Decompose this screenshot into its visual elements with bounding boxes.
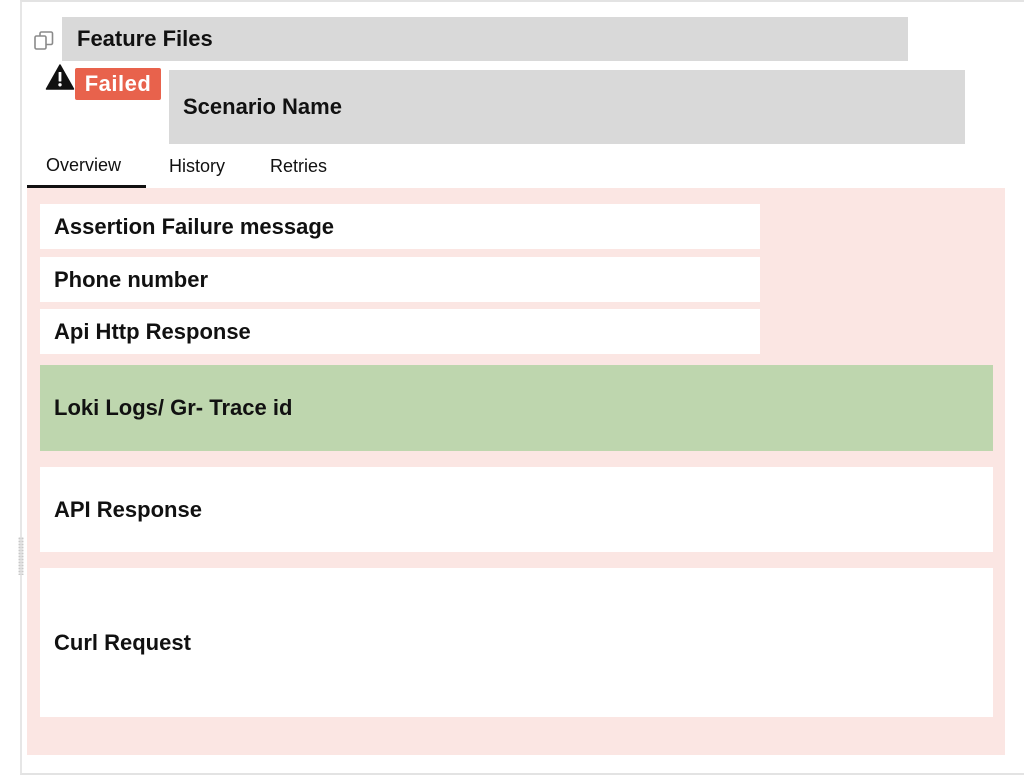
assertion-failure-message: Assertion Failure message (40, 204, 760, 249)
curl-request: Curl Request (40, 568, 993, 717)
copy-icon[interactable] (32, 29, 56, 53)
loki-logs-trace-id: Loki Logs/ Gr- Trace id (40, 365, 993, 451)
api-response: API Response (40, 467, 993, 552)
feature-title-text: Feature Files (77, 26, 213, 51)
resize-handle[interactable] (18, 537, 24, 575)
overview-panel: Assertion Failure message Phone number A… (27, 188, 1005, 755)
api-http-response: Api Http Response (40, 309, 760, 354)
scenario-name: Scenario Name (169, 70, 965, 144)
phone-number: Phone number (40, 257, 760, 302)
feature-title: Feature Files (62, 17, 908, 61)
tab-overview[interactable]: Overview (27, 146, 146, 188)
status-badge: Failed (75, 68, 161, 100)
warning-icon (45, 64, 75, 90)
scenario-name-text: Scenario Name (183, 94, 342, 119)
tab-retries[interactable]: Retries (248, 146, 328, 186)
tab-history[interactable]: History (146, 146, 248, 186)
tab-bar: Overview History Retries (27, 146, 328, 188)
